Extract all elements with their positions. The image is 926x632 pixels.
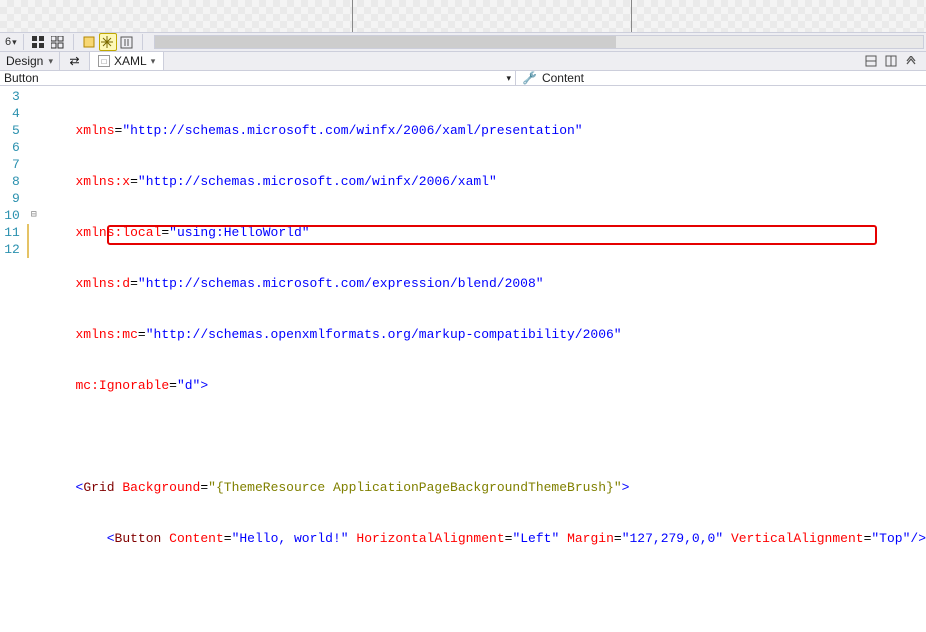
swap-icon: ⇅ [68,56,82,66]
xaml-tab[interactable]: □ XAML▾ [90,52,164,70]
horizontal-scrollbar[interactable] [154,35,924,49]
element-path-bar: Button ▾ 🔧 Content [0,71,926,86]
property-selector[interactable]: Content [542,71,584,85]
xaml-editor[interactable]: 3 4 5 6 7 8 9 10 11 12 ⊟ xmlns="http://s… [0,86,926,632]
design-xaml-splitter: Design▾ ⇅ □ XAML▾ [0,52,926,71]
expand-pane-icon[interactable] [862,52,880,70]
fold-column[interactable]: ⊟ [29,86,38,632]
wrench-icon: 🔧 [522,71,537,85]
fold-toggle-icon[interactable]: ⊟ [29,207,38,224]
collapse-pane-icon[interactable] [902,52,920,70]
vertical-split-icon[interactable] [882,52,900,70]
grid-light-icon[interactable] [49,33,67,51]
designer-toolbar: 6▾ [0,32,926,52]
code-area[interactable]: xmlns="http://schemas.microsoft.com/winf… [38,86,926,632]
snap-grid-icon[interactable] [99,33,117,51]
phone-preview-frame [352,0,632,32]
element-selector[interactable]: Button ▾ [0,71,516,85]
grid-dark-icon[interactable] [30,33,48,51]
line-number-gutter: 3 4 5 6 7 8 9 10 11 12 [0,86,27,632]
scrollbar-thumb[interactable] [155,36,616,48]
design-tab[interactable]: Design▾ [0,52,60,70]
zoom-level[interactable]: 6▾ [5,36,17,48]
snap-lines-icon[interactable] [118,33,136,51]
design-surface[interactable]: Hello, world! [0,0,926,32]
swap-panes-button[interactable]: ⇅ [60,52,90,70]
toggle-effects-icon[interactable] [80,33,98,51]
